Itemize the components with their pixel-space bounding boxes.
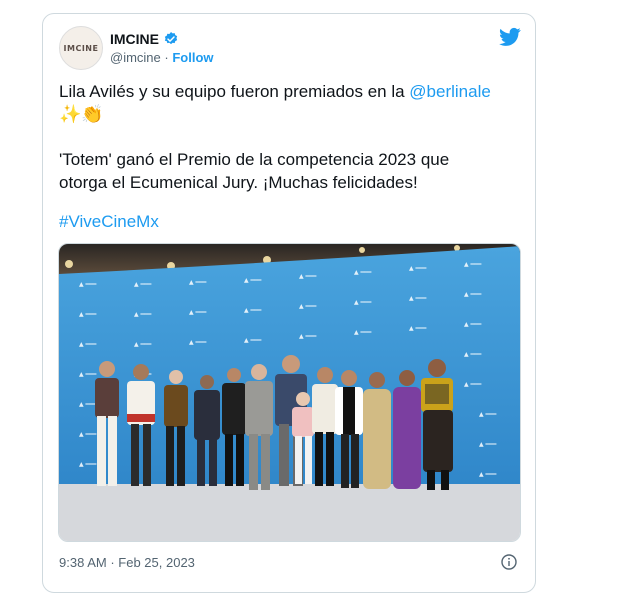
- photo-group-at-berlinale: ▲ ═══ ▲ ═══ ▲ ═══ ▲ ═══ ▲ ═══ ▲ ═══ ▲ ═══ ▲ ═══…: [59, 244, 520, 541]
- svg-text:▲ ═══: ▲ ═══: [464, 261, 482, 268]
- handle-separator: ·: [164, 50, 169, 65]
- author-name-row: IMCINE: [110, 31, 179, 47]
- svg-text:▲ ═══: ▲ ═══: [299, 273, 317, 280]
- svg-text:▲ ═══: ▲ ═══: [409, 295, 427, 302]
- handle-row: @imcine · Follow: [110, 50, 214, 65]
- svg-text:▲ ═══: ▲ ═══: [299, 303, 317, 310]
- svg-text:▲ ═══: ▲ ═══: [244, 277, 262, 284]
- svg-text:▲ ═══: ▲ ═══: [409, 265, 427, 272]
- follow-button[interactable]: Follow: [172, 50, 213, 65]
- svg-text:▲ ═══: ▲ ═══: [79, 461, 97, 468]
- tweet-text-line1: Lila Avilés y su equipo fueron premiados…: [59, 82, 410, 101]
- svg-text:▲ ═══: ▲ ═══: [464, 381, 482, 388]
- svg-text:▲ ═══: ▲ ═══: [189, 339, 207, 346]
- tweet-photo[interactable]: ▲ ═══ ▲ ═══ ▲ ═══ ▲ ═══ ▲ ═══ ▲ ═══ ▲ ═══ ▲ ═══…: [58, 243, 521, 542]
- info-icon[interactable]: [501, 554, 517, 570]
- tweet-hashtag-row: #ViveCineMx: [59, 210, 519, 233]
- svg-text:▲ ═══: ▲ ═══: [134, 281, 152, 288]
- handle[interactable]: @imcine: [110, 50, 161, 65]
- svg-text:▲ ═══: ▲ ═══: [464, 321, 482, 328]
- tweet-time: 9:38 AM: [59, 555, 107, 570]
- svg-text:▲ ═══: ▲ ═══: [134, 311, 152, 318]
- twitter-bird-icon[interactable]: [499, 27, 521, 47]
- timestamp-separator: ·: [110, 555, 115, 570]
- svg-text:▲ ═══: ▲ ═══: [479, 411, 497, 418]
- svg-text:▲ ═══: ▲ ═══: [79, 311, 97, 318]
- tweet-date: Feb 25, 2023: [118, 555, 195, 570]
- svg-text:▲ ═══: ▲ ═══: [354, 329, 372, 336]
- svg-text:▲ ═══: ▲ ═══: [464, 351, 482, 358]
- sparkles-clap-emoji: ✨👏: [59, 104, 104, 124]
- svg-text:▲ ═══: ▲ ═══: [464, 291, 482, 298]
- tweet-text-intro: Lila Avilés y su equipo fueron premiados…: [59, 80, 519, 126]
- hashtag-link[interactable]: #ViveCineMx: [59, 212, 159, 231]
- svg-text:▲ ═══: ▲ ═══: [189, 309, 207, 316]
- mention-link[interactable]: @berlinale: [409, 82, 491, 101]
- display-name[interactable]: IMCINE: [110, 31, 159, 47]
- svg-text:▲ ═══: ▲ ═══: [479, 441, 497, 448]
- svg-text:▲ ═══: ▲ ═══: [354, 269, 372, 276]
- svg-text:▲ ═══: ▲ ═══: [79, 341, 97, 348]
- tweet-text-line2: 'Totem' ganó el Premio de la competencia…: [59, 150, 450, 169]
- svg-text:▲ ═══: ▲ ═══: [244, 307, 262, 314]
- verified-badge-icon: [164, 32, 178, 45]
- svg-text:▲ ═══: ▲ ═══: [354, 299, 372, 306]
- avatar[interactable]: IMCINE: [59, 26, 103, 70]
- svg-text:▲ ═══: ▲ ═══: [79, 281, 97, 288]
- tweet-timestamp[interactable]: 9:38 AM · Feb 25, 2023: [59, 555, 195, 570]
- svg-text:▲ ═══: ▲ ═══: [409, 325, 427, 332]
- tweet-text-body: 'Totem' ganó el Premio de la competencia…: [59, 148, 519, 194]
- avatar-logo-text: IMCINE: [63, 43, 99, 53]
- svg-text:▲ ═══: ▲ ═══: [79, 431, 97, 438]
- svg-text:▲ ═══: ▲ ═══: [79, 371, 97, 378]
- tweet-text-line3: otorga el Ecumenical Jury. ¡Muchas felic…: [59, 173, 418, 192]
- svg-text:▲ ═══: ▲ ═══: [189, 279, 207, 286]
- svg-text:▲ ═══: ▲ ═══: [79, 401, 97, 408]
- svg-text:▲ ═══: ▲ ═══: [299, 333, 317, 340]
- svg-text:▲ ═══: ▲ ═══: [479, 471, 497, 478]
- svg-text:▲ ═══: ▲ ═══: [244, 337, 262, 344]
- tweet-card[interactable]: IMCINE IMCINE @imcine · Follow Lila Avil…: [42, 13, 536, 593]
- svg-text:▲ ═══: ▲ ═══: [134, 341, 152, 348]
